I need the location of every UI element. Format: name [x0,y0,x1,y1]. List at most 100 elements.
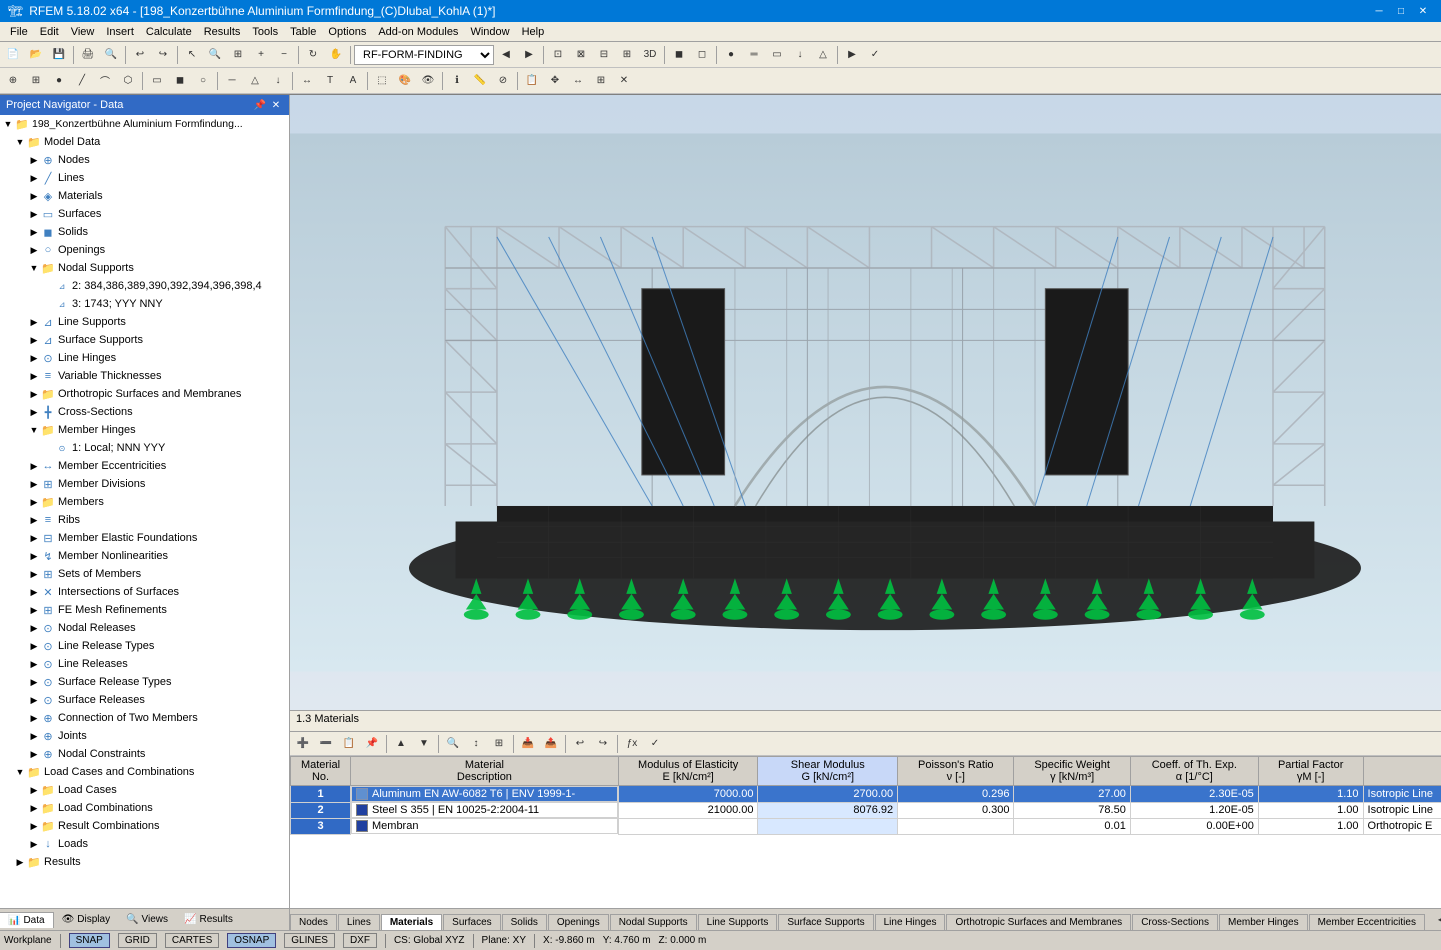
expand-solids[interactable]: ▶ [28,226,40,238]
nav-tab-display[interactable]: 👁 Display [54,912,119,927]
tb-open[interactable]: 📂 [25,44,47,66]
mat-G-2[interactable]: 8076.92 [758,802,898,818]
table-tb-undo[interactable]: ↩ [569,733,591,755]
table-tb-import[interactable]: 📥 [517,733,539,755]
menu-item-options[interactable]: Options [322,24,372,40]
tree-load-combinations[interactable]: ▶ 📁 Load Combinations [0,799,289,817]
tb-rotate[interactable]: ↻ [302,44,324,66]
tb2-info[interactable]: ℹ [446,70,468,92]
tree-surfaces[interactable]: ▶ ▭ Surfaces [0,205,289,223]
expand-root[interactable]: ▼ [2,118,14,130]
tb-view2[interactable]: ⊠ [570,44,592,66]
table-tb-check[interactable]: ✓ [644,733,666,755]
expand-mem-div[interactable]: ▶ [28,478,40,490]
expand-materials[interactable]: ▶ [28,190,40,202]
mat-pf-2[interactable]: 1.00 [1258,802,1363,818]
expand-model-data[interactable]: ▼ [14,136,26,148]
tree-load-cases[interactable]: ▶ 📁 Load Cases [0,781,289,799]
mat-E-3[interactable] [618,818,758,834]
tb-zoom[interactable]: 🔍 [204,44,226,66]
expand-rc[interactable]: ▶ [28,820,40,832]
tb2-poly[interactable]: ⬡ [117,70,139,92]
expand-nodes[interactable]: ▶ [28,154,40,166]
menu-item-results[interactable]: Results [198,24,247,40]
osnap-btn[interactable]: OSNAP [227,933,276,948]
tb2-annotate[interactable]: A [342,70,364,92]
tree-line-hinges[interactable]: ▶ ⊙ Line Hinges [0,349,289,367]
btab-openings[interactable]: Openings [548,914,609,930]
tb2-mirror[interactable]: ↔ [567,70,589,92]
expand-lines[interactable]: ▶ [28,172,40,184]
snap-btn[interactable]: SNAP [69,933,110,948]
tb-new[interactable]: 📄 [2,44,24,66]
tb2-surface[interactable]: ▭ [146,70,168,92]
mat-desc-1[interactable]: Aluminum EN AW-6082 T6 | ENV 1999-1- [351,786,618,802]
tree-intersections[interactable]: ▶ ✕ Intersections of Surfaces [0,583,289,601]
nav-tab-data[interactable]: 📊 Data [0,912,54,928]
expand-intersect[interactable]: ▶ [28,586,40,598]
nav-tab-results[interactable]: 📈 Results [176,912,241,927]
mat-G-3[interactable] [758,818,898,834]
mat-nu-3[interactable] [898,818,1014,834]
expand-sets-mem[interactable]: ▶ [28,568,40,580]
tree-nodal-support-2[interactable]: ⊿ 3: 1743; YYY NNY [0,295,289,313]
expand-ribs[interactable]: ▶ [28,514,40,526]
expand-surf-rel[interactable]: ▶ [28,694,40,706]
mat-gamma-1[interactable]: 27.00 [1014,786,1130,803]
expand-ortho[interactable]: ▶ [28,388,40,400]
tb2-delete[interactable]: ✕ [613,70,635,92]
expand-line-rel-types[interactable]: ▶ [28,640,40,652]
tb-view3[interactable]: ⊟ [593,44,615,66]
tb2-solid[interactable]: ◼ [169,70,191,92]
nav-close[interactable]: ✕ [269,98,283,112]
mat-alpha-1[interactable]: 2.30E-05 [1130,786,1258,803]
expand-member-hinges[interactable]: ▼ [28,424,40,436]
btab-surface-supports[interactable]: Surface Supports [778,914,873,930]
tree-surf-rel-types[interactable]: ▶ ⊙ Surface Release Types [0,673,289,691]
expand-results[interactable]: ▶ [14,856,26,868]
tb-wire[interactable]: ◻ [691,44,713,66]
mat-gamma-3[interactable]: 0.01 [1014,818,1130,834]
tb-node-disp[interactable]: ● [720,44,742,66]
tb2-snap[interactable]: ⊕ [2,70,24,92]
tb-zoom-out[interactable]: − [273,44,295,66]
minimize-btn[interactable]: ─ [1369,3,1389,19]
expand-mem-nl[interactable]: ▶ [28,550,40,562]
tree-line-releases[interactable]: ▶ ⊙ Line Releases [0,655,289,673]
expand-surf-rel-types[interactable]: ▶ [28,676,40,688]
tree-ribs[interactable]: ▶ ≡ Ribs [0,511,289,529]
expand-line-rel[interactable]: ▶ [28,658,40,670]
expand-lc[interactable]: ▶ [28,784,40,796]
mat-alpha-3[interactable]: 0.00E+00 [1130,818,1258,834]
close-btn[interactable]: ✕ [1413,3,1433,19]
expand-members[interactable]: ▶ [28,496,40,508]
tb-undo[interactable]: ↩ [129,44,151,66]
mat-pf-3[interactable]: 1.00 [1258,818,1363,834]
viewport-3d[interactable] [290,95,1441,710]
tb2-opening[interactable]: ○ [192,70,214,92]
btab-line-hinges[interactable]: Line Hinges [875,914,946,930]
tb2-color[interactable]: 🎨 [394,70,416,92]
mat-desc-2[interactable]: Steel S 355 | EN 10025-2:2004-11 [351,802,618,818]
mat-nu-2[interactable]: 0.300 [898,802,1014,818]
menu-item-addon[interactable]: Add-on Modules [372,24,464,40]
table-tb-del-row[interactable]: ➖ [315,733,337,755]
expand-line-supports[interactable]: ▶ [28,316,40,328]
tree-load-cases-comb[interactable]: ▼ 📁 Load Cases and Combinations [0,763,289,781]
tree-nodal-supports[interactable]: ▼ 📁 Nodal Supports [0,259,289,277]
tree-member-divisions[interactable]: ▶ ⊞ Member Divisions [0,475,289,493]
tree-joints[interactable]: ▶ ⊕ Joints [0,727,289,745]
expand-openings[interactable]: ▶ [28,244,40,256]
menu-item-edit[interactable]: Edit [34,24,65,40]
btab-line-supports[interactable]: Line Supports [698,914,778,930]
expand-joints[interactable]: ▶ [28,730,40,742]
table-tb-formula[interactable]: ƒx [621,733,643,755]
maximize-btn[interactable]: □ [1391,3,1411,19]
table-tb-sort[interactable]: ↕ [465,733,487,755]
tree-member-hinges[interactable]: ▼ 📁 Member Hinges [0,421,289,439]
tb-zoom-all[interactable]: ⊞ [227,44,249,66]
tree-surf-releases[interactable]: ▶ ⊙ Surface Releases [0,691,289,709]
glines-btn[interactable]: GLINES [284,933,335,948]
expand-cross[interactable]: ▶ [28,406,40,418]
tree-nodes[interactable]: ▶ ⊕ Nodes [0,151,289,169]
